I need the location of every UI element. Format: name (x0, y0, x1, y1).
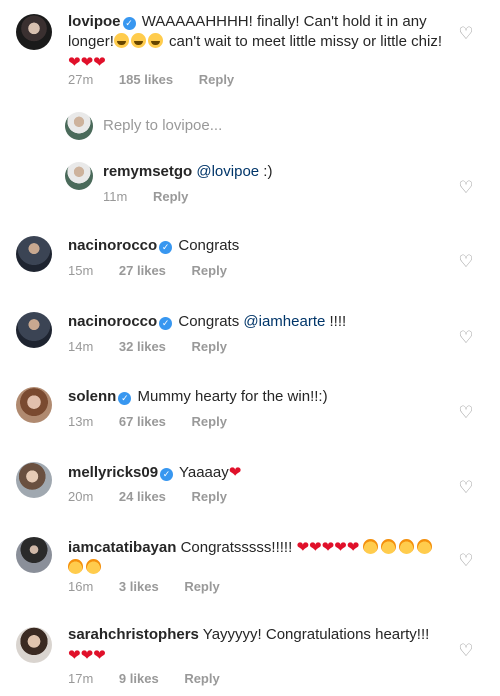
avatar[interactable] (16, 387, 52, 423)
verified-badge-icon: ✓ (118, 392, 132, 405)
timestamp: 13m (68, 414, 94, 429)
likes-count[interactable]: 3 likes (119, 579, 159, 594)
comment-text: Congratsssss!!!!! (180, 539, 293, 556)
verified-badge-icon: ✓ (160, 468, 174, 481)
reply-button[interactable]: Reply (153, 189, 188, 204)
comment-meta: 15m 27 likes Reply (68, 263, 249, 278)
avatar[interactable] (65, 162, 93, 190)
comment-text: Yaaaay (178, 464, 229, 481)
verified-badge-icon: ✓ (122, 17, 136, 30)
comment-text: Yayyyyy! Congratulations hearty!!! (202, 626, 430, 643)
username[interactable]: remymsetgo (103, 163, 192, 180)
reply-button[interactable]: Reply (192, 263, 227, 278)
heart-outline-icon[interactable]: ♡ (458, 479, 474, 496)
timestamp: 15m (68, 263, 94, 278)
comment-body: solenn ✓ Mummy hearty for the win!!:) (68, 387, 448, 407)
avatar[interactable] (16, 462, 52, 498)
baby-emoji-icon (363, 539, 379, 554)
comment-meta: 27m 185 likes Reply (68, 72, 256, 87)
avatar[interactable] (16, 537, 52, 573)
baby-emoji-icon (381, 539, 397, 554)
reply-button[interactable]: Reply (184, 579, 219, 594)
likes-count[interactable]: 27 likes (119, 263, 166, 278)
comment-body: remymsetgo @lovipoe :) (103, 162, 448, 182)
heart-emojis: ❤❤❤ (68, 53, 106, 71)
likes-count[interactable]: 185 likes (119, 72, 173, 87)
comment-body: mellyricks09 ✓ Yaaaay❤ (68, 462, 448, 483)
comment-meta: 20m 24 likes Reply (68, 489, 249, 504)
comment-body: nacinorocco ✓ Congrats (68, 236, 448, 256)
username[interactable]: lovipoe (68, 13, 121, 30)
heart-emojis: ❤ (228, 463, 242, 481)
comment-text: :) (259, 163, 273, 180)
tears-of-joy-emoji-icon (130, 33, 146, 48)
comment-meta: 14m 32 likes Reply (68, 339, 249, 354)
reply-input[interactable]: Reply to lovipoe... (103, 117, 222, 134)
likes-count[interactable]: 9 likes (119, 671, 159, 686)
baby-emoji-icon (86, 559, 101, 574)
reply-button[interactable]: Reply (192, 489, 227, 504)
heart-outline-icon[interactable]: ♡ (458, 404, 474, 421)
comment-meta: 13m 67 likes Reply (68, 414, 249, 429)
username[interactable]: nacinorocco (68, 313, 157, 330)
comment-meta: 16m 3 likes Reply (68, 579, 242, 594)
mention-link[interactable]: @lovipoe (196, 163, 259, 180)
avatar[interactable] (16, 236, 52, 272)
heart-outline-icon[interactable]: ♡ (458, 642, 474, 659)
verified-badge-icon: ✓ (159, 317, 173, 330)
username[interactable]: solenn (68, 388, 116, 405)
comment-text-2: can't wait to meet little missy or littl… (164, 33, 442, 50)
heart-emojis: ❤❤❤ (68, 646, 106, 664)
avatar[interactable] (16, 312, 52, 348)
reply-button[interactable]: Reply (199, 72, 234, 87)
username[interactable]: mellyricks09 (68, 464, 158, 481)
timestamp: 20m (68, 489, 94, 504)
comment-text: Congrats (178, 237, 240, 254)
reply-button[interactable]: Reply (192, 339, 227, 354)
heart-outline-icon[interactable]: ♡ (458, 552, 474, 569)
timestamp: 14m (68, 339, 94, 354)
baby-emoji-icon (399, 539, 415, 554)
timestamp: 16m (68, 579, 94, 594)
comment-body: iamcatatibayan Congratsssss!!!!! ❤❤❤❤❤ (68, 537, 448, 578)
baby-emoji-icon (68, 559, 83, 574)
likes-count[interactable]: 67 likes (119, 414, 166, 429)
tears-of-joy-emoji-icon (113, 33, 129, 48)
username[interactable]: sarahchristophers (68, 626, 199, 643)
mention-link[interactable]: @iamhearte (243, 313, 325, 330)
comment-text-2: !!!! (325, 313, 347, 330)
heart-emojis: ❤❤❤❤❤ (296, 538, 360, 556)
verified-badge-icon: ✓ (159, 241, 173, 254)
likes-count[interactable]: 32 likes (119, 339, 166, 354)
heart-outline-icon[interactable]: ♡ (458, 25, 474, 42)
heart-outline-icon[interactable]: ♡ (458, 179, 474, 196)
comment-meta: 17m 9 likes Reply (68, 671, 242, 686)
heart-outline-icon[interactable]: ♡ (458, 253, 474, 270)
avatar (65, 112, 93, 140)
likes-count[interactable]: 24 likes (119, 489, 166, 504)
comment-body: lovipoe ✓ WAAAAAHHHH! finally! Can't hold… (68, 12, 448, 73)
comment-meta: 11m Reply (103, 189, 210, 204)
comment-text: Mummy hearty for the win!!:) (137, 388, 328, 405)
heart-outline-icon[interactable]: ♡ (458, 329, 474, 346)
timestamp: 11m (103, 189, 128, 204)
tears-of-joy-emoji-icon (147, 33, 163, 48)
timestamp: 27m (68, 72, 94, 87)
comment-body: sarahchristophers Yayyyyy! Congratulatio… (68, 625, 448, 666)
comment-body: nacinorocco ✓ Congrats @iamhearte !!!! (68, 312, 448, 332)
username[interactable]: iamcatatibayan (68, 539, 176, 556)
reply-button[interactable]: Reply (192, 414, 227, 429)
baby-emoji-icon (417, 539, 433, 554)
avatar[interactable] (16, 14, 52, 50)
timestamp: 17m (68, 671, 94, 686)
comment-text: Congrats (178, 313, 244, 330)
username[interactable]: nacinorocco (68, 237, 157, 254)
reply-button[interactable]: Reply (184, 671, 219, 686)
avatar[interactable] (16, 627, 52, 663)
